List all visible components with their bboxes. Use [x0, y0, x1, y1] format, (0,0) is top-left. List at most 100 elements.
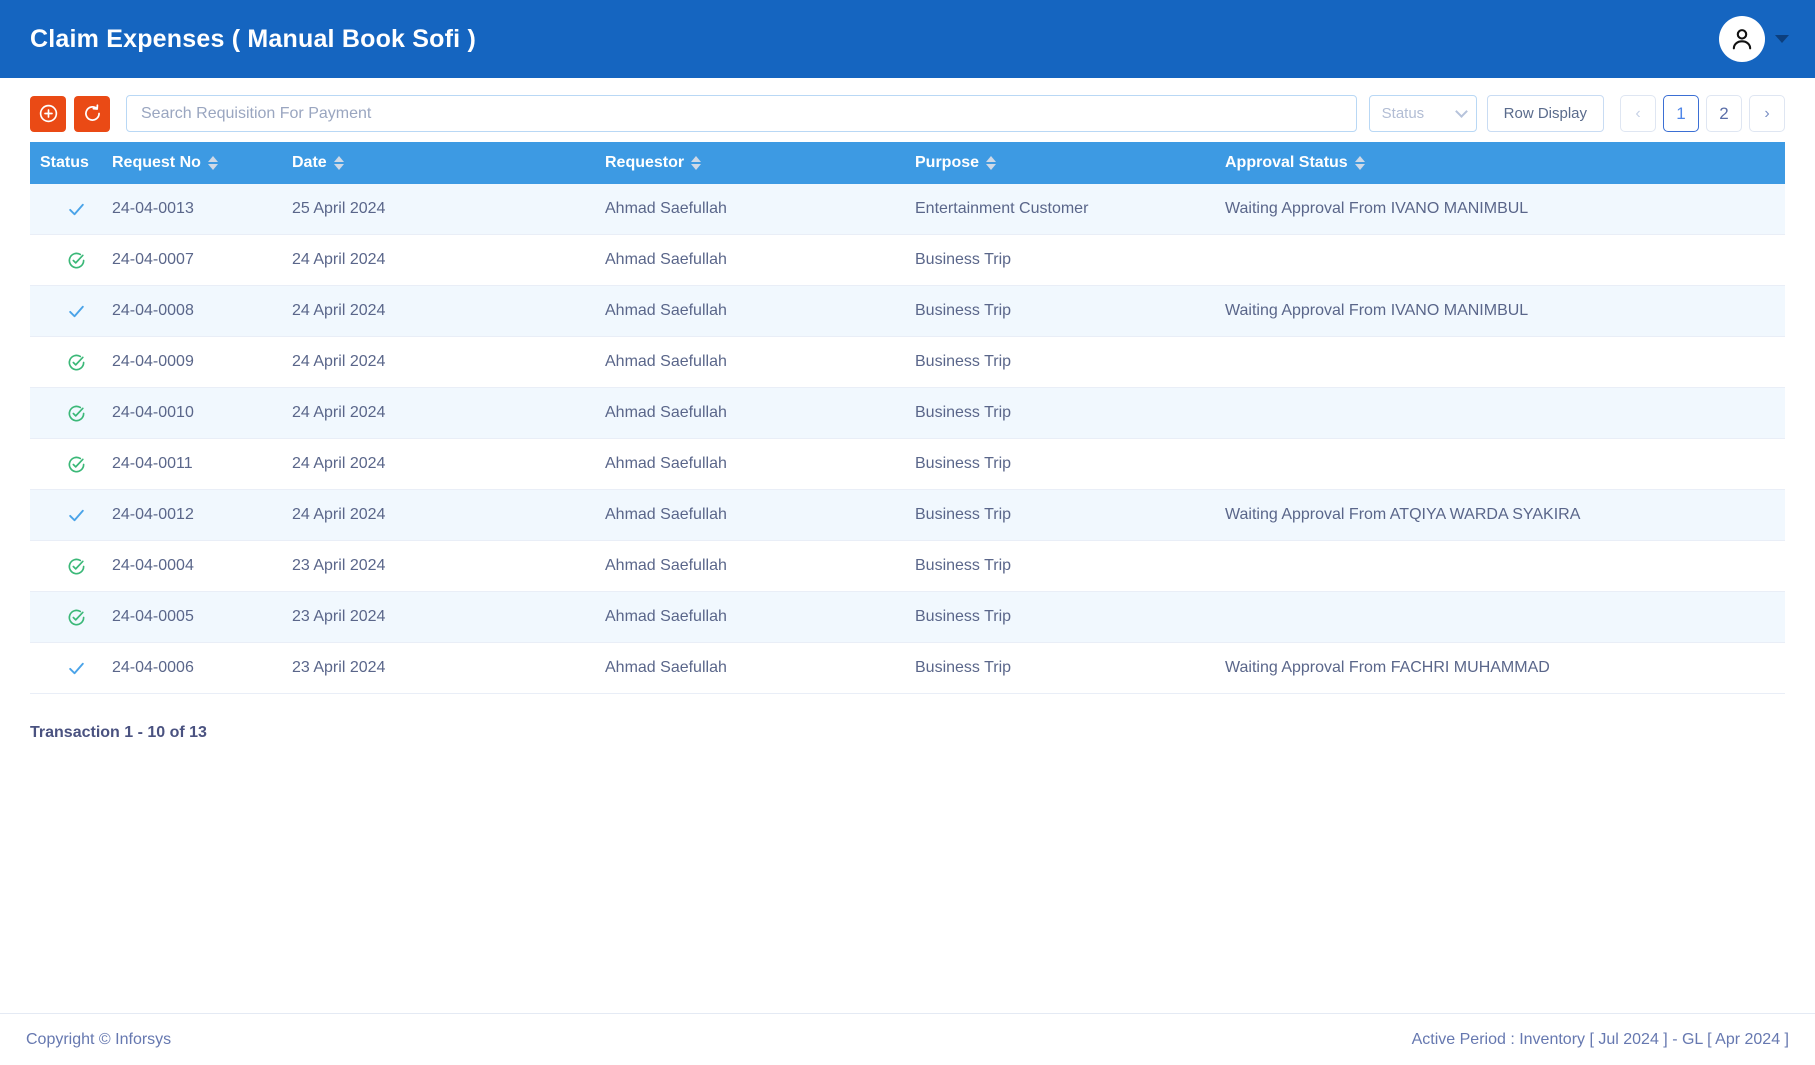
- cell-date: 23 April 2024: [292, 591, 605, 643]
- chevron-right-icon: ›: [1764, 104, 1770, 122]
- table-row[interactable]: 24-04-0005 23 April 2024 Ahmad Saefullah Bu…: [30, 591, 1785, 643]
- cell-status: [30, 285, 112, 337]
- requisition-table-container: Status Request No Date Requestor Purpose…: [0, 142, 1815, 694]
- table-row[interactable]: 24-04-0009 24 April 2024 Ahmad Saefullah Bu…: [30, 336, 1785, 388]
- refresh-button[interactable]: [74, 95, 110, 132]
- sort-icon[interactable]: [333, 156, 344, 170]
- pagination-next-button[interactable]: ›: [1749, 95, 1785, 132]
- status-filter-select[interactable]: Status: [1368, 95, 1477, 132]
- avatar[interactable]: [1719, 16, 1765, 62]
- column-header-status: Status: [30, 142, 112, 184]
- table-header: Status Request No Date Requestor Purpose…: [30, 142, 1785, 184]
- cell-requestor: Ahmad Saefullah: [605, 489, 915, 541]
- cell-date: 25 April 2024: [292, 184, 605, 235]
- pagination-page-1[interactable]: 1: [1663, 95, 1699, 132]
- check-icon: [40, 659, 112, 678]
- chevron-down-icon: [1454, 105, 1468, 118]
- plus-circle-icon: [39, 104, 57, 123]
- row-display-button[interactable]: Row Display: [1486, 95, 1604, 132]
- cell-purpose: Business Trip: [915, 285, 1225, 337]
- cell-requestor: Ahmad Saefullah: [605, 591, 915, 643]
- cell-status: [30, 387, 112, 439]
- cell-approval-status: [1225, 591, 1785, 643]
- column-header-request-no[interactable]: Request No: [112, 142, 292, 184]
- page-title: Claim Expenses ( Manual Book Sofi ): [30, 24, 476, 53]
- table-row[interactable]: 24-04-0004 23 April 2024 Ahmad Saefullah Bu…: [30, 540, 1785, 592]
- table-row[interactable]: 24-04-0011 24 April 2024 Ahmad Saefullah Bu…: [30, 438, 1785, 490]
- pagination-page-label: 2: [1719, 103, 1729, 123]
- check-circle-icon: [40, 608, 112, 627]
- pagination: ‹ 1 2 ›: [1620, 95, 1785, 132]
- requisition-table: Status Request No Date Requestor Purpose…: [30, 142, 1785, 694]
- column-header-label: Request No: [112, 154, 201, 171]
- check-circle-icon: [40, 404, 112, 423]
- cell-status: [30, 184, 112, 235]
- cell-date: 23 April 2024: [292, 540, 605, 592]
- cell-date: 24 April 2024: [292, 285, 605, 337]
- add-button[interactable]: [30, 95, 66, 132]
- column-header-purpose[interactable]: Purpose: [915, 142, 1225, 184]
- column-header-label: Date: [292, 154, 327, 171]
- toolbar: Status Row Display ‹ 1 2 ›: [0, 81, 1815, 142]
- cell-status: [30, 591, 112, 643]
- column-header-requestor[interactable]: Requestor: [605, 142, 915, 184]
- chevron-down-icon[interactable]: [1775, 35, 1789, 43]
- cell-status: [30, 336, 112, 388]
- table-row[interactable]: 24-04-0010 24 April 2024 Ahmad Saefullah Bu…: [30, 387, 1785, 439]
- cell-purpose: Business Trip: [915, 489, 1225, 541]
- user-icon: [1732, 29, 1752, 50]
- sort-icon[interactable]: [986, 156, 997, 170]
- chevron-left-icon: ‹: [1635, 104, 1641, 122]
- search-input[interactable]: [126, 95, 1357, 132]
- cell-request-no: 24-04-0005: [112, 591, 292, 643]
- cell-requestor: Ahmad Saefullah: [605, 387, 915, 439]
- page-footer: Copyright © Inforsys Active Period : Inv…: [0, 1013, 1815, 1065]
- cell-status: [30, 642, 112, 694]
- table-row[interactable]: 24-04-0012 24 April 2024 Ahmad Saefullah Bu…: [30, 489, 1785, 541]
- cell-requestor: Ahmad Saefullah: [605, 285, 915, 337]
- active-period-text: Active Period : Inventory [ Jul 2024 ] -…: [1411, 1030, 1789, 1048]
- table-row[interactable]: 24-04-0007 24 April 2024 Ahmad Saefullah Bu…: [30, 234, 1785, 286]
- cell-request-no: 24-04-0009: [112, 336, 292, 388]
- cell-approval-status: Waiting Approval From ATQIYA WARDA SYAKI…: [1225, 489, 1785, 541]
- sort-icon[interactable]: [691, 156, 702, 170]
- cell-date: 24 April 2024: [292, 438, 605, 490]
- table-row[interactable]: 24-04-0008 24 April 2024 Ahmad Saefullah Bu…: [30, 285, 1785, 337]
- column-header-approval-status[interactable]: Approval Status: [1225, 142, 1785, 184]
- pagination-prev-button[interactable]: ‹: [1620, 95, 1656, 132]
- column-header-label: Requestor: [605, 154, 685, 171]
- pagination-page-2[interactable]: 2: [1706, 95, 1742, 132]
- table-row[interactable]: 24-04-0013 25 April 2024 Ahmad Saefullah En…: [30, 184, 1785, 235]
- cell-approval-status: Waiting Approval From IVANO MANIMBUL: [1225, 184, 1785, 235]
- cell-approval-status: [1225, 387, 1785, 439]
- header-user-menu[interactable]: [1719, 16, 1789, 62]
- cell-status: [30, 438, 112, 490]
- table-row[interactable]: 24-04-0006 23 April 2024 Ahmad Saefullah Bu…: [30, 642, 1785, 694]
- cell-approval-status: Waiting Approval From IVANO MANIMBUL: [1225, 285, 1785, 337]
- cell-date: 24 April 2024: [292, 489, 605, 541]
- status-filter-label: Status: [1381, 105, 1425, 122]
- cell-approval-status: [1225, 336, 1785, 388]
- sort-icon[interactable]: [1354, 156, 1365, 170]
- cell-request-no: 24-04-0007: [112, 234, 292, 286]
- cell-requestor: Ahmad Saefullah: [605, 234, 915, 286]
- check-circle-icon: [40, 557, 112, 576]
- cell-request-no: 24-04-0010: [112, 387, 292, 439]
- column-header-date[interactable]: Date: [292, 142, 605, 184]
- cell-status: [30, 234, 112, 286]
- column-header-label: Purpose: [915, 154, 980, 171]
- table-header-row: Status Request No Date Requestor Purpose…: [30, 142, 1785, 184]
- cell-purpose: Business Trip: [915, 642, 1225, 694]
- cell-approval-status: [1225, 438, 1785, 490]
- check-circle-icon: [40, 353, 112, 372]
- cell-requestor: Ahmad Saefullah: [605, 642, 915, 694]
- check-icon: [40, 506, 112, 525]
- cell-purpose: Entertainment Customer: [915, 184, 1225, 235]
- sort-icon[interactable]: [207, 156, 218, 170]
- cell-approval-status: [1225, 540, 1785, 592]
- column-header-label: Status: [40, 154, 89, 171]
- refresh-ccw-icon: [84, 104, 100, 121]
- check-circle-icon: [40, 455, 112, 474]
- cell-request-no: 24-04-0006: [112, 642, 292, 694]
- cell-request-no: 24-04-0011: [112, 438, 292, 490]
